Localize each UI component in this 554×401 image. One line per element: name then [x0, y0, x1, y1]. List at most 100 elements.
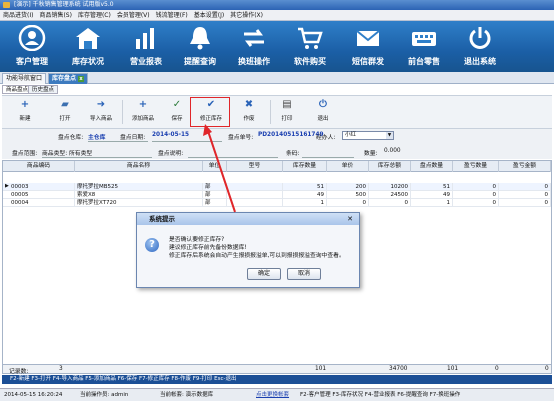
open-button[interactable]: ▰ 打开 [50, 99, 80, 122]
column-header: 商品编码 [3, 161, 75, 172]
change-account-link[interactable]: 点击更换帐套 [256, 389, 289, 401]
sms-button[interactable]: 短信群发 [338, 23, 398, 70]
menu-item[interactable]: 基本设置(J) [191, 10, 227, 21]
agent-select[interactable]: 小红 ▼ [342, 131, 394, 140]
column-header: 商品名称 [75, 161, 203, 172]
menu-item[interactable]: 钱流管理(F) [153, 10, 191, 21]
column-header: 盈亏金额 [499, 161, 551, 172]
description-field[interactable] [188, 157, 278, 158]
agent-label: 经办人: [316, 135, 336, 141]
menu-item[interactable]: 库存管理(C) [75, 10, 114, 21]
status-bar: 2014-05-15 16:20:24 当前操作员: admin 当前帐套: 演… [0, 388, 554, 401]
app-icon [3, 2, 10, 8]
title-bar: [演示] 千秋销售管理系统 试用版v5.0 [0, 0, 554, 10]
power-icon [469, 27, 491, 49]
close-icon[interactable]: ✕ [345, 214, 355, 224]
status-shortcuts: F2-客户管理 F3-库存状况 F4-营业报表 F6-提醒查询 F7-换班操作 [300, 392, 461, 398]
warehouse-label: 盘点仓库: [58, 135, 84, 141]
quantity-value[interactable]: 0.000 [384, 148, 401, 154]
menu-item[interactable]: 会员管理(V) [114, 10, 153, 21]
exit-button[interactable]: ⏻ 退出 [308, 99, 338, 122]
table-header: 商品编码 商品名称 单位 型号 库存数量 单价 库存总额 盘点数量 盈亏数量 盈… [3, 161, 551, 172]
add-item-icon: + [138, 99, 148, 110]
barcode-field[interactable] [302, 157, 354, 158]
hotkey-bar: F2-新建 F3-打开 F4-导入商品 F5-添加商品 F6-保存 F7-修正库… [2, 375, 552, 384]
tab-history-check[interactable]: 历史盘点 [28, 85, 59, 94]
ok-button[interactable]: 确定 [247, 268, 281, 280]
range-value: 商品类型: 所有类型 [42, 151, 93, 157]
status-account: 当前帐套: 演示数据库 [160, 392, 214, 398]
window-title: [演示] 千秋销售管理系统 试用版v5.0 [14, 1, 114, 8]
user-icon [18, 25, 46, 51]
check-form: 盘点仓库: 主仓库 盘点日期: 2014-05-15 盘点单号: PD20140… [2, 129, 552, 159]
tab-navigation[interactable]: 功能导航窗口 [2, 73, 47, 84]
keyboard-icon [412, 32, 436, 46]
plus-icon: + [20, 99, 30, 110]
cart-icon [298, 27, 323, 49]
stock-status-button[interactable]: 库存状况 [58, 23, 118, 70]
swap-icon [244, 29, 264, 47]
save-icon: ✓ [172, 99, 182, 110]
menu-item[interactable]: 商品销售(S) [36, 10, 75, 21]
menu-item[interactable]: 商品进货(I) [0, 10, 36, 21]
chevron-down-icon: ▼ [386, 132, 393, 139]
menu-bar: 商品进货(I) 商品销售(S) 库存管理(C) 会员管理(V) 钱流管理(F) 基本设置(… [0, 10, 554, 21]
table-row[interactable]: 00005 索爱X8 部 49 500 24500 49 0 0 [3, 191, 551, 199]
exit-icon: ⏻ [319, 99, 327, 110]
description-label: 盘点说明: [158, 151, 184, 157]
report-button[interactable]: 营业报表 [116, 23, 176, 70]
menu-item[interactable]: 其它操作(X) [227, 10, 266, 21]
row-pointer-icon: ▶ [5, 183, 9, 189]
sub-tabs: 商品盘点 历史盘点 [2, 85, 552, 94]
order-value: PD20140515161749 [258, 132, 324, 138]
toolbar-separator [122, 100, 123, 124]
quantity-label: 数量: [364, 151, 378, 157]
import-icon: ➜ [96, 99, 106, 110]
tab-stock-check[interactable]: 库存盘点 x [48, 73, 89, 84]
barcode-label: 条码: [286, 151, 300, 157]
bell-icon [190, 27, 210, 50]
add-product-button[interactable]: + 添加商品 [128, 99, 158, 122]
toolbar: + 新建 ▰ 打开 ➜ 导入商品 + 添加商品 ✓ 保存 ✔ 修正库存 ✖ 作废 ▤ 打印 ⏻ 退… [2, 95, 552, 129]
warehouse-value[interactable]: 主仓库 [88, 132, 105, 141]
folder-icon: ▰ [61, 99, 69, 110]
warehouse-icon [76, 28, 100, 49]
new-button[interactable]: + 新建 [10, 99, 40, 122]
range-underline [42, 157, 152, 158]
status-time: 2014-05-15 16:20:24 [4, 392, 63, 398]
column-header: 单位 [203, 161, 227, 172]
highlight-box [190, 97, 230, 127]
shift-button[interactable]: 换班操作 [224, 23, 284, 70]
column-header: 盘点数量 [411, 161, 453, 172]
cancel-button[interactable]: 取消 [287, 268, 321, 280]
save-button[interactable]: ✓ 保存 [162, 99, 192, 122]
status-operator: 当前操作员: admin [80, 392, 129, 398]
x-icon: ✖ [244, 99, 254, 110]
dialog-message: 修正库存后系统会自动产生报损报溢单,可以到报损报溢查询中查看。 [169, 253, 345, 259]
window-tabs: 功能导航窗口 库存盘点 x [0, 72, 554, 84]
retail-button[interactable]: 前台零售 [394, 23, 454, 70]
import-button[interactable]: ➜ 导入商品 [86, 99, 116, 122]
date-value[interactable]: 2014-05-15 [152, 132, 189, 138]
column-header: 库存数量 [283, 161, 327, 172]
column-header: 盈亏数量 [453, 161, 499, 172]
order-label: 盘点单号: [228, 135, 254, 141]
table-footer: 记录数: 3 101 34700 101 0 0 [2, 364, 552, 375]
question-icon: ? [145, 238, 159, 252]
customer-button[interactable]: 客户管理 [2, 23, 62, 70]
range-label: 盘点范围: [12, 151, 38, 157]
warehouse-underline [88, 141, 148, 142]
table-row[interactable]: 00003 摩托罗拉MB525 部 51 200 10200 51 0 0 [3, 183, 551, 191]
reminder-button[interactable]: 提醒查询 [170, 23, 230, 70]
close-tab-icon[interactable]: x [78, 75, 85, 82]
confirm-dialog: 系统提示 ✕ ? 是否确认要修正库存? 建议修正库存前先备份数据库! 修正库存后… [136, 212, 360, 288]
date-label: 盘点日期: [120, 135, 146, 141]
toolbar-separator [270, 100, 271, 124]
void-button[interactable]: ✖ 作废 [234, 99, 264, 122]
dialog-title: 系统提示 [137, 213, 359, 225]
exit-system-button[interactable]: 退出系统 [450, 23, 510, 70]
print-button[interactable]: ▤ 打印 [272, 99, 302, 122]
table-row[interactable]: 00004 摩托罗拉XT720 部 1 0 0 1 0 0 [3, 199, 551, 207]
mail-icon [356, 30, 380, 46]
purchase-button[interactable]: 软件购买 [280, 23, 340, 70]
